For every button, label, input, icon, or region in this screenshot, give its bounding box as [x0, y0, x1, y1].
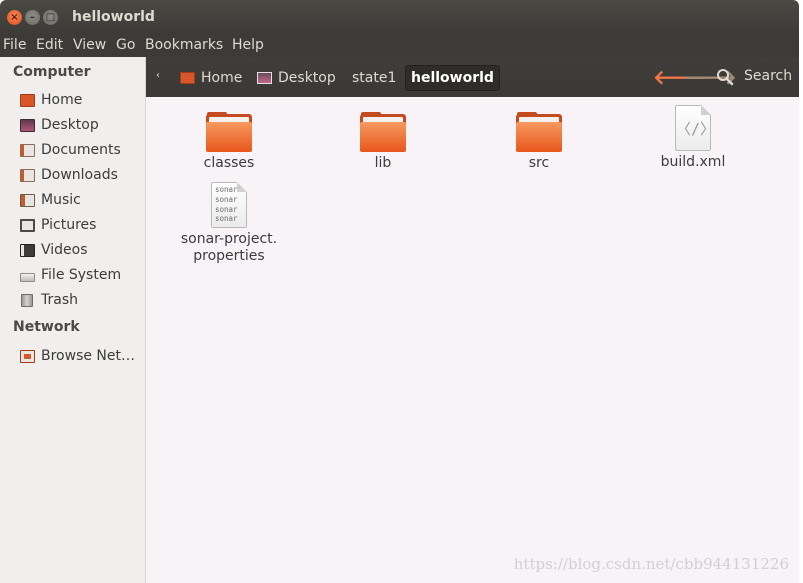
file-name: sonar-project. properties: [180, 231, 278, 264]
window-titlebar: × – □ helloworld: [0, 0, 799, 34]
sidebar-item-trash[interactable]: Trash: [20, 289, 144, 311]
sidebar-item-label: Documents: [41, 142, 121, 158]
breadcrumb-home[interactable]: Home: [180, 65, 242, 91]
documents-folder-icon: [20, 143, 35, 157]
music-folder-icon: [20, 193, 35, 207]
file-item-build-xml[interactable]: 〈/〉 build.xml: [638, 105, 748, 171]
sidebar-heading-network: Network: [13, 319, 80, 335]
file-view: classes lib src 〈/〉 build.xml sonar sona…: [146, 97, 799, 583]
pictures-folder-icon: [20, 218, 35, 232]
close-window-button[interactable]: ×: [7, 10, 22, 25]
sidebar-item-music[interactable]: Music: [20, 189, 144, 211]
text-file-icon: sonar sonar sonar sonar: [211, 182, 247, 228]
breadcrumb-label: Home: [201, 70, 243, 86]
sidebar-item-browse-network[interactable]: Browse Net…: [20, 345, 144, 367]
breadcrumb-helloworld[interactable]: helloworld: [405, 65, 500, 91]
sidebar-item-label: Desktop: [41, 117, 99, 133]
sidebar-item-file-system[interactable]: File System: [20, 264, 144, 286]
folder-icon: [360, 112, 406, 152]
folder-icon: [516, 112, 562, 152]
desktop-icon: [257, 72, 272, 84]
menu-bookmarks[interactable]: Bookmarks: [145, 37, 223, 53]
breadcrumb-desktop[interactable]: Desktop: [257, 65, 336, 91]
sidebar-item-label: File System: [41, 267, 122, 283]
search-icon[interactable]: [716, 68, 734, 86]
minimize-window-button[interactable]: –: [25, 10, 40, 25]
sidebar-item-label: Videos: [41, 242, 88, 258]
maximize-window-button[interactable]: □: [43, 10, 58, 25]
home-folder-icon: [180, 72, 195, 84]
places-sidebar: Computer Home Desktop Documents Download…: [0, 57, 146, 583]
xml-glyph: 〈/〉: [676, 120, 716, 138]
file-name: classes: [203, 155, 255, 171]
sidebar-item-home[interactable]: Home: [20, 89, 144, 111]
menu-help[interactable]: Help: [232, 37, 264, 53]
file-item-classes[interactable]: classes: [174, 112, 284, 172]
breadcrumb-scroll-left-button[interactable]: ‹: [156, 70, 160, 81]
menu-bar: File Edit View Go Bookmarks Help: [0, 34, 799, 57]
location-toolbar: ‹ Home Desktop state1 helloworld 🡐 🡒 Sea…: [146, 57, 799, 97]
sidebar-item-label: Music: [41, 192, 81, 208]
sidebar-item-pictures[interactable]: Pictures: [20, 214, 144, 236]
sidebar-item-documents[interactable]: Documents: [20, 139, 144, 161]
desktop-icon: [20, 118, 35, 132]
menu-view[interactable]: View: [73, 37, 106, 53]
menu-go[interactable]: Go: [116, 37, 135, 53]
sidebar-item-label: Trash: [41, 292, 78, 308]
menu-file[interactable]: File: [3, 37, 26, 53]
search-button[interactable]: Search: [744, 68, 792, 84]
breadcrumb-label: helloworld: [411, 70, 494, 86]
folder-icon: [206, 112, 252, 152]
breadcrumb-state1[interactable]: state1: [352, 65, 396, 91]
menu-edit[interactable]: Edit: [36, 37, 63, 53]
sidebar-item-label: Home: [41, 92, 83, 108]
sidebar-item-desktop[interactable]: Desktop: [20, 114, 144, 136]
drive-icon: [20, 272, 35, 282]
file-name: src: [528, 155, 550, 171]
trash-icon: [21, 293, 33, 307]
file-name: build.xml: [660, 154, 726, 170]
xml-file-icon: 〈/〉: [675, 105, 716, 151]
file-name: lib: [374, 155, 392, 171]
network-folder-icon: [20, 349, 35, 363]
file-item-src[interactable]: src: [484, 112, 594, 172]
sidebar-item-label: Browse Net…: [41, 348, 136, 364]
sidebar-item-label: Pictures: [41, 217, 97, 233]
text-file-preview: sonar sonar sonar sonar: [215, 185, 238, 224]
breadcrumb-label: Desktop: [278, 70, 336, 86]
videos-folder-icon: [20, 243, 35, 257]
breadcrumb-label: state1: [352, 70, 397, 86]
sidebar-heading-computer: Computer: [13, 64, 91, 80]
file-item-lib[interactable]: lib: [328, 112, 438, 172]
window-title: helloworld: [72, 9, 155, 25]
sidebar-item-downloads[interactable]: Downloads: [20, 164, 144, 186]
sidebar-item-videos[interactable]: Videos: [20, 239, 144, 261]
sidebar-item-label: Downloads: [41, 167, 118, 183]
file-item-sonar-project-properties[interactable]: sonar sonar sonar sonar sonar-project. p…: [174, 182, 284, 265]
downloads-folder-icon: [20, 168, 35, 182]
home-folder-icon: [20, 93, 35, 107]
watermark-text: https://blog.csdn.net/cbb944131226: [513, 555, 789, 573]
